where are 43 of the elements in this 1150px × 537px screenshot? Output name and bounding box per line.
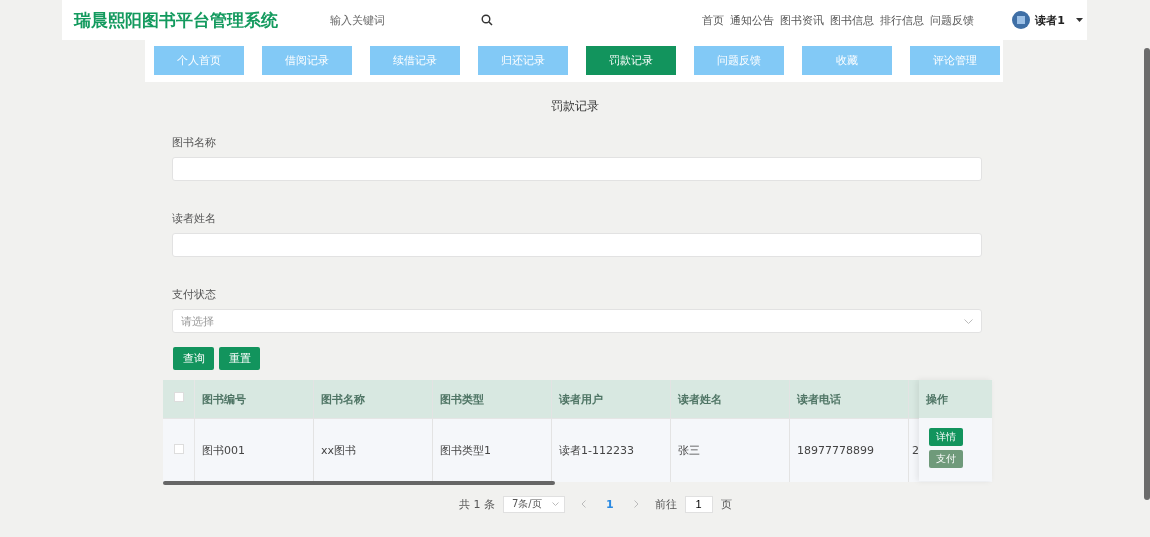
nav-link[interactable]: 首页 [702, 12, 725, 28]
table-cell: 2 [912, 444, 919, 457]
input-field[interactable] [172, 157, 982, 181]
table-cell: 读者1-112233 [552, 419, 671, 482]
table-cell: 张三 [671, 419, 790, 482]
action-button[interactable]: 支付 [929, 450, 963, 468]
action-button[interactable]: 详情 [929, 428, 963, 446]
site-title: 瑞晨熙阳图书平台管理系统 [74, 8, 279, 32]
prev-page-icon[interactable] [581, 500, 586, 508]
page-number[interactable]: 1 [602, 497, 618, 511]
nav-link[interactable]: 图书信息 [830, 12, 875, 28]
page-title: 罚款记录 [550, 98, 600, 115]
filter-button[interactable]: 查询 [173, 347, 214, 370]
scrollbar[interactable] [1144, 48, 1150, 500]
nav-link[interactable]: 问题反馈 [930, 12, 975, 28]
search-field[interactable]: 输入关键词 [328, 12, 452, 28]
goto-label: 前往 [654, 496, 677, 512]
goto-page-field[interactable]: 1 [684, 495, 713, 513]
select-all-checkbox[interactable] [173, 392, 184, 402]
field-label: 读者姓名 [172, 211, 217, 224]
field-label: 图书名称 [172, 135, 217, 148]
row-checkbox[interactable] [173, 444, 184, 454]
field-label: 支付状态 [172, 287, 217, 300]
column-header: 操作 [919, 380, 992, 418]
select-field[interactable]: 请选择 [172, 309, 982, 333]
next-page-icon[interactable] [633, 500, 639, 508]
total-count: 共 1 条 [459, 496, 495, 512]
nav-link[interactable]: 通知公告 [730, 12, 775, 28]
user-name[interactable]: 读者1 [1035, 12, 1065, 28]
tab[interactable]: 罚款记录 [586, 46, 676, 75]
page-size-select[interactable]: 7条/页 [503, 495, 565, 513]
scrollbar-thumb[interactable] [163, 481, 555, 485]
search-icon[interactable] [481, 14, 493, 26]
chevron-icon [552, 502, 559, 506]
table-cell: 18977778899 [790, 419, 909, 482]
nav-link[interactable]: 排行信息 [880, 12, 925, 28]
nav-link[interactable]: 图书资讯 [780, 12, 825, 28]
filter-button[interactable]: 重置 [219, 347, 260, 370]
chevron-icon [964, 318, 973, 324]
caret-icon[interactable] [1076, 18, 1083, 22]
avatar-icon[interactable] [1012, 11, 1031, 29]
page-suffix: 页 [720, 496, 732, 512]
input-field[interactable] [172, 233, 982, 257]
